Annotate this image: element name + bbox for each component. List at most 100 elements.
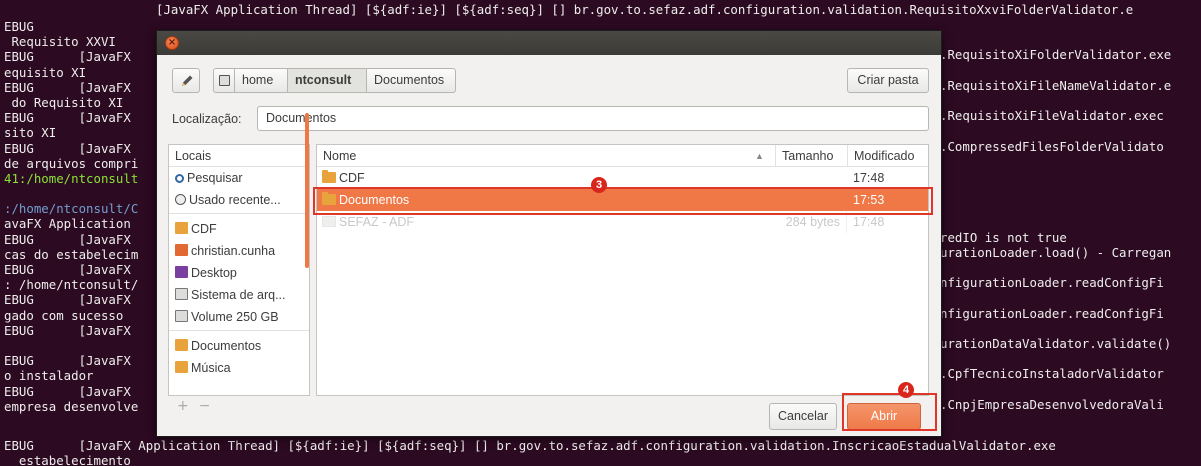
- drive-icon: [219, 75, 230, 86]
- close-icon[interactable]: ×: [165, 36, 179, 50]
- terminal-first-line: [JavaFX Application Thread] [${adf:ie}] …: [156, 2, 1134, 17]
- terminal-line: cas do estabelecim: [4, 246, 139, 262]
- terminal-line: EBUG [JavaFX Application Thread] [${adf:…: [4, 438, 1056, 453]
- places-item-label: Desktop: [191, 266, 237, 280]
- terminal-line: empresa desenvolve: [4, 398, 139, 414]
- places-item[interactable]: Sistema de arq...: [169, 284, 309, 306]
- places-item[interactable]: Música: [169, 357, 309, 379]
- terminal-line: nfigurationLoader.readConfigFi: [940, 305, 1164, 321]
- places-item[interactable]: CDF: [169, 218, 309, 240]
- terminal-line: sito XI: [4, 125, 57, 141]
- path-segment-ntconsult[interactable]: ntconsult: [287, 68, 367, 93]
- add-remove-bookmark[interactable]: +−: [177, 398, 220, 414]
- column-name-header[interactable]: Nome: [323, 145, 356, 167]
- dialog-titlebar[interactable]: ×: [157, 31, 941, 55]
- places-item[interactable]: Usado recente...: [169, 189, 309, 211]
- file-list: Nome ▲ Tamanho Modificado CDF 17:48 Docume…: [316, 144, 929, 396]
- places-item[interactable]: Pesquisar: [169, 167, 309, 189]
- terminal-line: .RequisitoXiFileValidator.exec: [940, 108, 1164, 124]
- music-folder-icon: [175, 361, 188, 373]
- highlight-open-button: [842, 393, 937, 431]
- terminal-line: .CompressedFilesFolderValidato: [940, 138, 1164, 154]
- terminal-line: .CnpjEmpresaDesenvolvedoraVali: [940, 396, 1164, 412]
- terminal-line: do Requisito XI: [4, 94, 124, 110]
- location-label: Localização:: [172, 112, 242, 126]
- highlight-selected-row: [313, 187, 933, 215]
- home-folder-icon: [175, 244, 188, 256]
- sidebar-scrollbar[interactable]: [305, 113, 309, 268]
- terminal-line: EBUG [JavaFX: [4, 140, 131, 156]
- terminal-line: equisito XI: [4, 64, 87, 80]
- desktop-icon: [175, 266, 188, 278]
- file-name: CDF: [339, 171, 365, 185]
- terminal-line: o instalador: [4, 368, 94, 384]
- create-folder-button[interactable]: Criar pasta: [847, 68, 929, 93]
- places-item[interactable]: Volume 250 GB: [169, 306, 309, 328]
- terminal-line: EBUG [JavaFX: [4, 79, 131, 95]
- pencil-icon: [182, 75, 193, 86]
- path-segment-home[interactable]: home: [234, 68, 288, 93]
- terminal-line: EBUG [JavaFX: [4, 322, 131, 338]
- search-icon: [175, 174, 184, 183]
- type-location-button[interactable]: [172, 68, 200, 93]
- drive-icon: [175, 288, 188, 300]
- file-icon: [322, 216, 336, 227]
- sort-ascending-icon: ▲: [755, 151, 764, 161]
- terminal-line: nfigurationLoader.readConfigFi: [940, 275, 1164, 291]
- terminal-line: 41:/home/ntconsult: [4, 170, 139, 186]
- terminal-line: EBUG [JavaFX: [4, 49, 131, 65]
- column-modified-header[interactable]: Modificado: [847, 145, 928, 167]
- column-size-header[interactable]: Tamanho: [775, 145, 847, 167]
- terminal-line: EBUG [JavaFX: [4, 262, 131, 277]
- places-item-label: Volume 250 GB: [191, 310, 279, 324]
- terminal-line: EBUG [JavaFX: [4, 231, 131, 247]
- location-input[interactable]: Documentos: [257, 106, 929, 131]
- documents-folder-icon: [175, 339, 188, 351]
- terminal-line: urationLoader.load() - Carregan: [940, 244, 1172, 260]
- terminal-line: .RequisitoXiFileNameValidator.e: [940, 77, 1172, 93]
- terminal-line: .CpfTecnicoInstaladorValidator: [940, 366, 1164, 382]
- terminal-line: : /home/ntconsult/: [4, 277, 139, 293]
- places-item-label: Música: [191, 361, 231, 375]
- cancel-button[interactable]: Cancelar: [769, 403, 837, 430]
- terminal-line: urationDataValidator.validate(): [940, 335, 1172, 351]
- places-item[interactable]: Documentos: [169, 335, 309, 357]
- terminal-line: estabelecimento: [4, 453, 131, 466]
- terminal-line: EBUG [JavaFX: [4, 110, 131, 126]
- places-item-label: CDF: [191, 222, 217, 236]
- recent-icon: [175, 194, 186, 205]
- drive-icon: [175, 310, 188, 322]
- path-drive-button[interactable]: [213, 68, 235, 93]
- places-item-label: christian.cunha: [191, 244, 276, 258]
- terminal-line: EBUG [JavaFX: [4, 383, 131, 399]
- file-chooser-dialog: × home ntconsult Documentos Criar pasta …: [156, 30, 942, 437]
- terminal-bottom: EBUG [JavaFX Application Thread] [${adf:…: [4, 438, 1201, 466]
- places-sidebar: Locais Pesquisar Usado recente... CDF chris…: [168, 144, 310, 396]
- file-row[interactable]: CDF 17:48: [317, 167, 928, 189]
- terminal-line: Requisito XXVI: [4, 34, 116, 50]
- places-item[interactable]: christian.cunha: [169, 240, 309, 262]
- file-list-header: Nome ▲ Tamanho Modificado: [317, 145, 928, 167]
- terminal-line: redIO is not true: [940, 229, 1067, 245]
- path-segment-documentos[interactable]: Documentos: [366, 68, 456, 93]
- places-item[interactable]: Desktop: [169, 262, 309, 284]
- terminal-line: de arquivos compri: [4, 155, 139, 171]
- terminal-line: :/home/ntconsult/C: [4, 201, 139, 217]
- step-badge-3: 3: [591, 177, 607, 193]
- places-item-label: Documentos: [191, 339, 262, 353]
- folder-icon: [175, 222, 188, 234]
